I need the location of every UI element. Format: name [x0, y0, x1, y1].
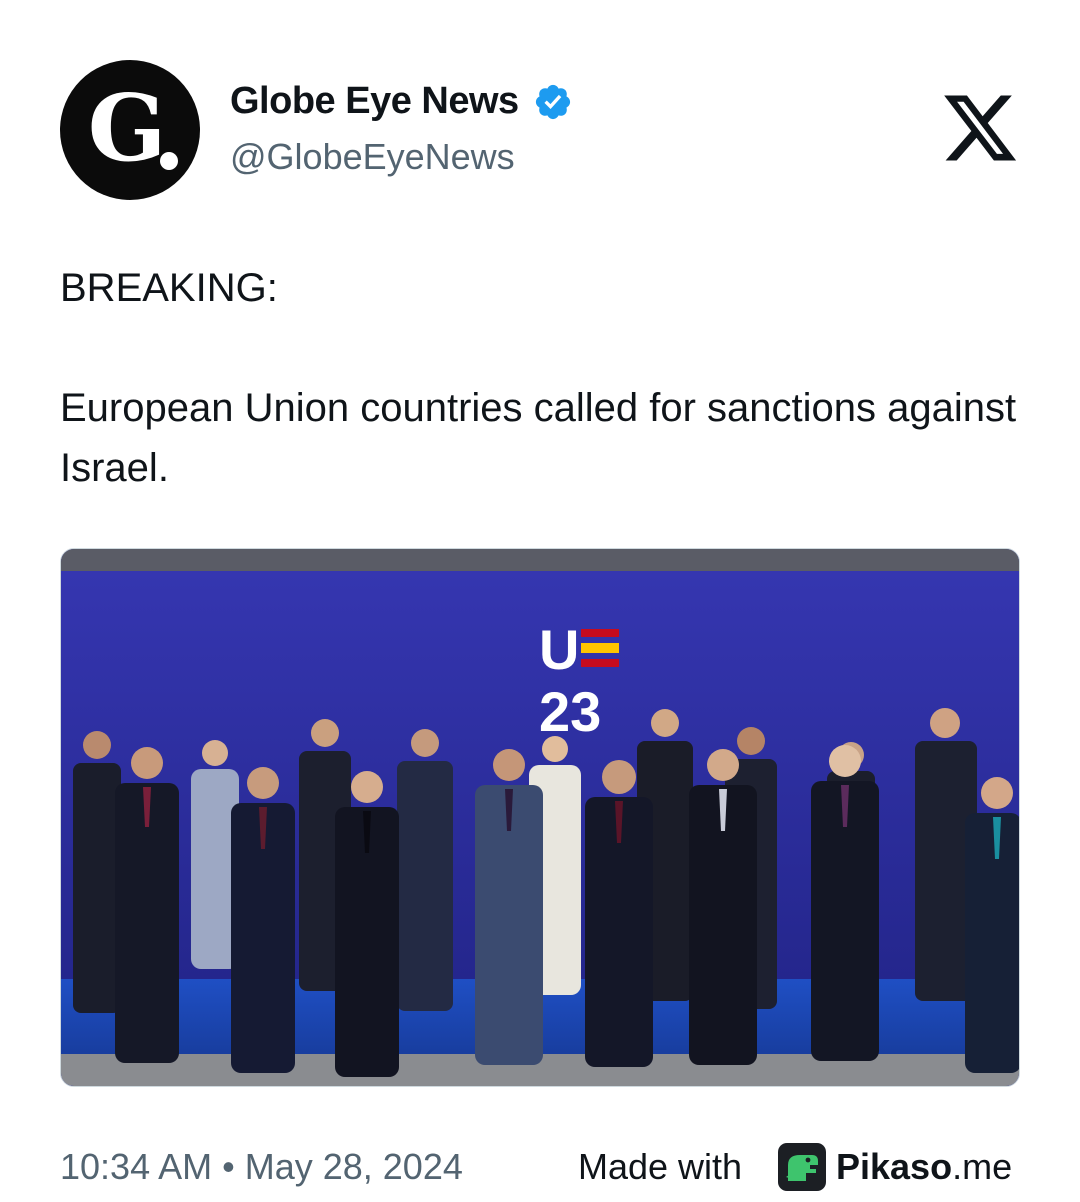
watermark-made-with: Made with	[578, 1146, 743, 1187]
pikaso-dino-icon	[778, 1143, 826, 1191]
author-display-name[interactable]: Globe Eye News	[230, 80, 519, 123]
tweet-body: BREAKING: European Union countries calle…	[60, 258, 1020, 498]
avatar-letter: G	[87, 74, 167, 182]
verified-badge-icon	[535, 84, 570, 119]
backdrop-logo-top: U	[539, 618, 579, 681]
author-handle[interactable]: @GlobeEyeNews	[230, 136, 515, 178]
tweet-photo[interactable]: U 23	[60, 548, 1020, 1087]
watermark-brand: Pikaso.me	[836, 1146, 1012, 1188]
watermark-brand-suffix: .me	[952, 1146, 1013, 1187]
group-photo-illustration: U 23	[61, 549, 1019, 1086]
author-name-row: Globe Eye News	[230, 80, 573, 123]
tweet-timestamp[interactable]: 10:34 AM • May 28, 2024	[60, 1146, 463, 1188]
backdrop-logo-bottom: 23	[539, 680, 601, 743]
tweet-text-line-1: BREAKING:	[60, 266, 278, 310]
watermark-brand-bold: Pikaso	[836, 1146, 953, 1187]
avatar-dot	[160, 152, 178, 170]
x-logo-icon[interactable]	[940, 88, 1020, 168]
avatar[interactable]: G	[60, 60, 200, 200]
tweet-text-line-2: European Union countries called for sanc…	[60, 386, 1017, 490]
